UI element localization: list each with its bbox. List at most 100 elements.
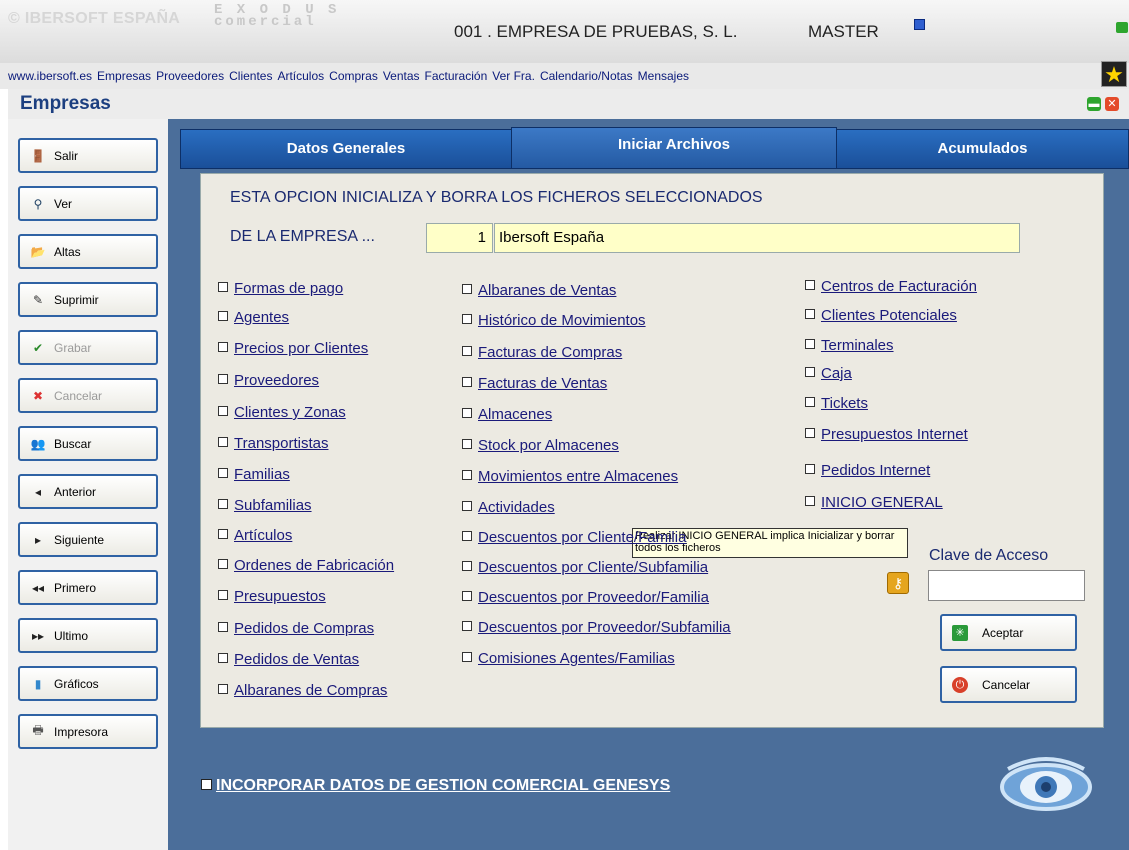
checkbox-label[interactable]: Pedidos Internet — [821, 462, 930, 479]
sidebar-button-salir[interactable]: 🚪 Salir — [18, 138, 158, 173]
sidebar-button-ultimo[interactable]: ▸▸ Ultimo — [18, 618, 158, 653]
menu-item-8[interactable]: Ver Fra. — [492, 69, 535, 83]
checkbox-box[interactable] — [805, 367, 815, 377]
clave-acceso-input[interactable] — [928, 570, 1085, 601]
checkbox-item[interactable]: Familias — [218, 466, 290, 483]
checkbox-label[interactable]: Stock por Almacenes — [478, 437, 619, 454]
checkbox-item[interactable]: Terminales — [805, 337, 894, 354]
incorporar-genesys-checkbox[interactable]: INCORPORAR DATOS DE GESTION COMERCIAL GE… — [201, 777, 670, 795]
checkbox-box[interactable] — [805, 397, 815, 407]
empresa-name-field[interactable]: Ibersoft España — [494, 223, 1020, 253]
menu-item-7[interactable]: Facturación — [425, 69, 488, 83]
menu-item-9[interactable]: Calendario/Notas — [540, 69, 633, 83]
checkbox-item[interactable]: Proveedores — [218, 372, 319, 389]
checkbox-item[interactable]: Agentes — [218, 309, 289, 326]
checkbox-item[interactable]: Formas de pago — [218, 280, 343, 297]
checkbox-box[interactable] — [805, 280, 815, 290]
checkbox-item[interactable]: Descuentos por Proveedor/Familia — [462, 589, 709, 606]
checkbox-label[interactable]: Histórico de Movimientos — [478, 312, 646, 329]
checkbox-item[interactable]: Caja — [805, 365, 852, 382]
checkbox-item[interactable]: Clientes Potenciales — [805, 307, 957, 324]
tab-datos-generales[interactable]: Datos Generales — [180, 129, 512, 169]
cancelar-button[interactable]: ⏻ Cancelar — [940, 666, 1077, 703]
checkbox-item[interactable]: Comisiones Agentes/Familias — [462, 650, 675, 667]
checkbox-label[interactable]: Caja — [821, 365, 852, 382]
checkbox-item[interactable]: Actividades — [462, 499, 555, 516]
checkbox-box[interactable] — [805, 464, 815, 474]
checkbox-label[interactable]: Descuentos por Proveedor/Familia — [478, 589, 709, 606]
menu-item-4[interactable]: Artículos — [277, 69, 324, 83]
checkbox-label[interactable]: Formas de pago — [234, 280, 343, 297]
checkbox-item[interactable]: Pedidos de Ventas — [218, 651, 359, 668]
checkbox-label[interactable]: Familias — [234, 466, 290, 483]
sidebar-button-gráficos[interactable]: ▮ Gráficos — [18, 666, 158, 701]
checkbox-item[interactable]: Presupuestos — [218, 588, 326, 605]
checkbox-label[interactable]: Descuentos por Cliente/Subfamilia — [478, 559, 708, 576]
checkbox-label[interactable]: Facturas de Ventas — [478, 375, 607, 392]
menu-item-6[interactable]: Ventas — [383, 69, 420, 83]
checkbox-item[interactable]: Albaranes de Ventas — [462, 282, 616, 299]
checkbox-box[interactable] — [462, 591, 472, 601]
checkbox-box[interactable] — [462, 314, 472, 324]
checkbox-box[interactable] — [462, 652, 472, 662]
menu-item-5[interactable]: Compras — [329, 69, 378, 83]
aceptar-button[interactable]: ✳ Aceptar — [940, 614, 1077, 651]
checkbox-box[interactable] — [462, 284, 472, 294]
minimize-app-icon[interactable] — [1116, 22, 1128, 33]
checkbox-box[interactable] — [218, 590, 228, 600]
tab-iniciar-archivos[interactable]: Iniciar Archivos — [511, 127, 837, 169]
checkbox-box[interactable] — [462, 439, 472, 449]
window-icon[interactable] — [914, 19, 925, 30]
checkbox-item[interactable]: Tickets — [805, 395, 868, 412]
checkbox-label[interactable]: Subfamilias — [234, 497, 312, 514]
incorporar-checkbox-box[interactable] — [201, 779, 212, 790]
checkbox-box[interactable] — [218, 468, 228, 478]
menu-item-2[interactable]: Proveedores — [156, 69, 224, 83]
sidebar-button-siguiente[interactable]: ▸ Siguiente — [18, 522, 158, 557]
checkbox-box[interactable] — [218, 282, 228, 292]
checkbox-item[interactable]: Stock por Almacenes — [462, 437, 619, 454]
checkbox-label[interactable]: Movimientos entre Almacenes — [478, 468, 678, 485]
checkbox-label[interactable]: Almacenes — [478, 406, 552, 423]
empresa-number-field[interactable]: 1 — [426, 223, 493, 253]
checkbox-item[interactable]: Transportistas — [218, 435, 328, 452]
checkbox-label[interactable]: Albaranes de Ventas — [478, 282, 616, 299]
checkbox-label[interactable]: Precios por Clientes — [234, 340, 368, 357]
menu-item-1[interactable]: Empresas — [97, 69, 151, 83]
checkbox-label[interactable]: Tickets — [821, 395, 868, 412]
checkbox-box[interactable] — [462, 501, 472, 511]
menu-item-10[interactable]: Mensajes — [638, 69, 689, 83]
checkbox-item[interactable]: Ordenes de Fabricación — [218, 557, 394, 574]
tab-acumulados[interactable]: Acumulados — [836, 129, 1129, 169]
checkbox-box[interactable] — [805, 428, 815, 438]
checkbox-box[interactable] — [218, 622, 228, 632]
checkbox-item[interactable]: Albaranes de Compras — [218, 682, 387, 699]
checkbox-label[interactable]: Pedidos de Ventas — [234, 651, 359, 668]
sidebar-button-impresora[interactable]: 🖶 Impresora — [18, 714, 158, 749]
sidebar-button-anterior[interactable]: ◂ Anterior — [18, 474, 158, 509]
checkbox-label[interactable]: Descuentos por Cliente/Familia — [478, 529, 686, 546]
checkbox-label[interactable]: Clientes y Zonas — [234, 404, 346, 421]
checkbox-label[interactable]: Pedidos de Compras — [234, 620, 374, 637]
key-icon[interactable]: ⚷ — [887, 572, 909, 594]
checkbox-label[interactable]: Transportistas — [234, 435, 328, 452]
checkbox-label[interactable]: Agentes — [234, 309, 289, 326]
checkbox-label[interactable]: Artículos — [234, 527, 292, 544]
sidebar-button-grabar[interactable]: ✔ Grabar — [18, 330, 158, 365]
checkbox-item[interactable]: Centros de Facturación — [805, 278, 977, 295]
checkbox-label[interactable]: Centros de Facturación — [821, 278, 977, 295]
checkbox-box[interactable] — [218, 406, 228, 416]
checkbox-label[interactable]: Proveedores — [234, 372, 319, 389]
checkbox-item[interactable]: Movimientos entre Almacenes — [462, 468, 678, 485]
checkbox-item[interactable]: Histórico de Movimientos — [462, 312, 646, 329]
checkbox-box[interactable] — [218, 437, 228, 447]
checkbox-box[interactable] — [462, 377, 472, 387]
minimize-icon[interactable]: ▬ — [1087, 97, 1101, 111]
checkbox-label[interactable]: Clientes Potenciales — [821, 307, 957, 324]
checkbox-item[interactable]: Precios por Clientes — [218, 340, 368, 357]
checkbox-box[interactable] — [805, 309, 815, 319]
checkbox-label[interactable]: INICIO GENERAL — [821, 494, 943, 511]
checkbox-box[interactable] — [218, 311, 228, 321]
checkbox-item[interactable]: Pedidos Internet — [805, 462, 930, 479]
checkbox-box[interactable] — [462, 346, 472, 356]
